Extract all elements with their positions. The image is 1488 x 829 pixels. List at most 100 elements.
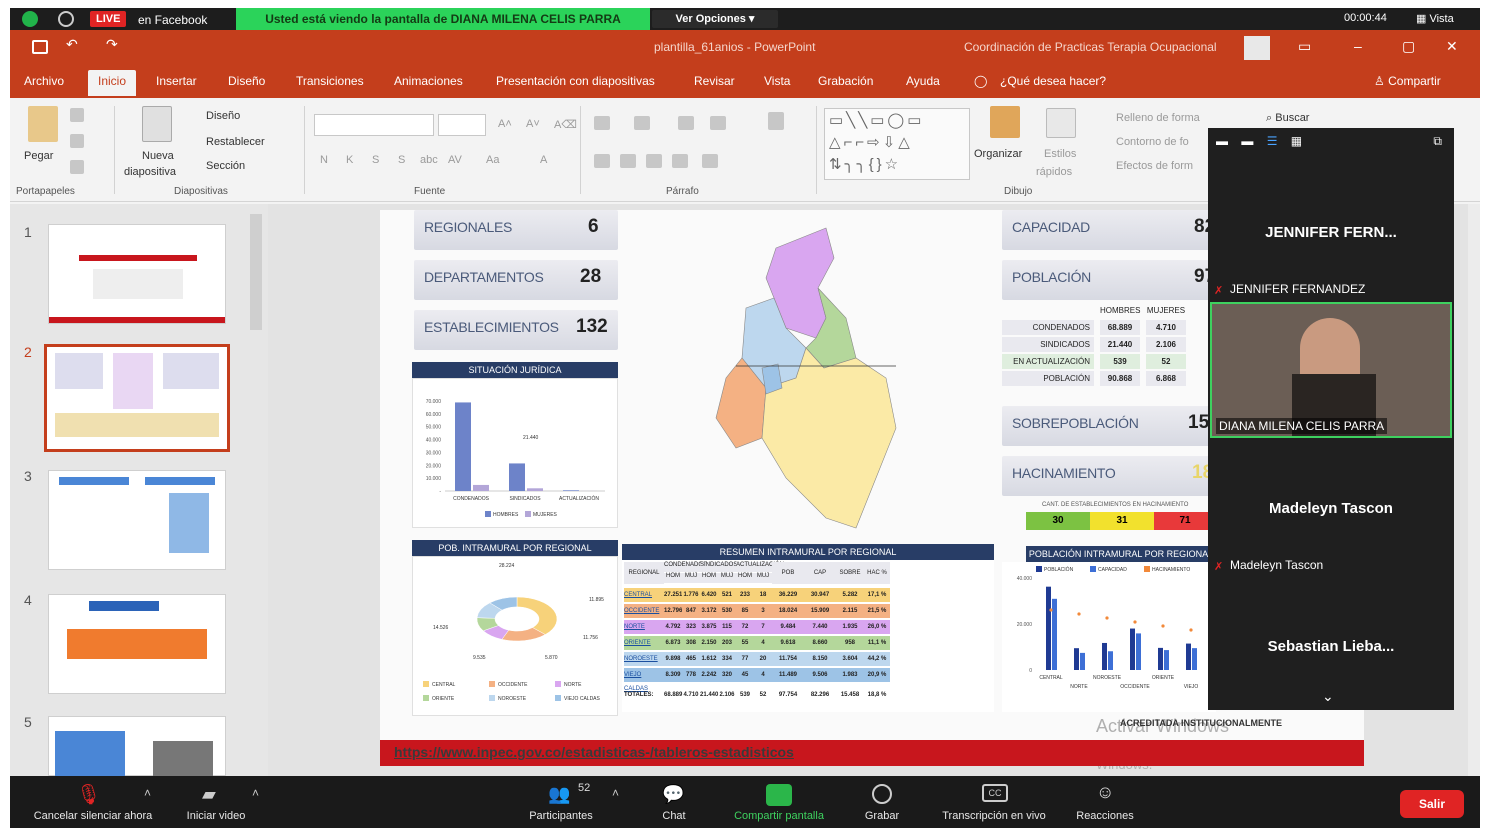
- underline-button[interactable]: S: [372, 154, 379, 166]
- new-slide-label-1[interactable]: Nueva: [142, 150, 174, 162]
- account-avatar[interactable]: [1244, 36, 1270, 60]
- columns-icon[interactable]: [702, 154, 718, 168]
- paste-icon[interactable]: [28, 106, 58, 142]
- quick-styles-label-1[interactable]: Estilos: [1044, 148, 1076, 160]
- chevron-down-icon[interactable]: ⌄: [1322, 688, 1334, 705]
- shape-outline-button[interactable]: Contorno de fo: [1116, 136, 1189, 148]
- spacing-button[interactable]: AV: [448, 154, 462, 166]
- info-icon[interactable]: [58, 11, 74, 27]
- tab-ayuda[interactable]: Ayuda: [906, 74, 940, 88]
- security-shield-icon[interactable]: [22, 11, 38, 27]
- align-left-icon[interactable]: [594, 154, 610, 168]
- copy-icon[interactable]: [70, 134, 84, 148]
- slide-thumbnail-3[interactable]: [48, 470, 226, 570]
- speaker-view-icon[interactable]: ▬: [1241, 134, 1253, 148]
- slide-thumbnail-1[interactable]: [48, 224, 226, 324]
- chat-button[interactable]: Chat: [654, 810, 694, 822]
- tab-grabacion[interactable]: Grabación: [818, 74, 873, 88]
- outdent-icon[interactable]: [710, 116, 726, 130]
- quick-styles-label-2[interactable]: rápidos: [1036, 166, 1072, 178]
- share-button[interactable]: ♙ Compartir: [1374, 74, 1441, 88]
- shape-effects-button[interactable]: Efectos de form: [1116, 160, 1193, 172]
- tab-presentacion[interactable]: Presentación con diapositivas: [496, 74, 655, 88]
- live-transcription-button[interactable]: Transcripción en vivo: [930, 810, 1058, 822]
- indent-icon[interactable]: [678, 116, 694, 130]
- redo-icon[interactable]: ↷: [106, 36, 118, 53]
- grow-font-icon[interactable]: A˄: [498, 118, 512, 130]
- tab-diseno[interactable]: Diseño: [228, 74, 265, 88]
- reactions-button[interactable]: Reacciones: [1070, 810, 1140, 822]
- ribbon-display-icon[interactable]: ▭: [1298, 38, 1311, 55]
- share-screen-icon[interactable]: [766, 784, 792, 806]
- slide-thumbnail-4[interactable]: [48, 594, 226, 694]
- record-icon[interactable]: [872, 784, 892, 804]
- layout-button[interactable]: Diseño: [206, 110, 240, 122]
- minimize-panel-icon[interactable]: ▬: [1216, 134, 1228, 148]
- tab-vista[interactable]: Vista: [764, 74, 790, 88]
- numbering-icon[interactable]: [634, 116, 650, 130]
- shadow-button[interactable]: S: [398, 154, 405, 166]
- tell-me-search[interactable]: ¿Qué desea hacer?: [1000, 74, 1106, 88]
- slide-scrollbar[interactable]: [1468, 204, 1480, 776]
- search-button[interactable]: ⌕ Buscar: [1266, 112, 1309, 125]
- start-video-button[interactable]: Iniciar video: [176, 810, 256, 822]
- quick-styles-icon[interactable]: [1046, 108, 1076, 138]
- new-slide-icon[interactable]: [142, 106, 172, 142]
- align-center-icon[interactable]: [620, 154, 636, 168]
- bold-button[interactable]: N: [320, 154, 328, 166]
- account-name[interactable]: Coordinación de Practicas Terapia Ocupac…: [964, 40, 1217, 54]
- view-button[interactable]: ▦ Vista: [1416, 12, 1454, 25]
- chevron-up-icon[interactable]: ˄: [252, 786, 259, 800]
- strip-view-icon[interactable]: ☰: [1267, 134, 1278, 148]
- view-options-button[interactable]: Ver Opciones ▾: [652, 10, 778, 28]
- close-icon[interactable]: ✕: [1446, 38, 1458, 55]
- section-button[interactable]: Sección: [206, 160, 245, 172]
- participants-button[interactable]: Participantes: [518, 810, 604, 822]
- justify-icon[interactable]: [672, 154, 688, 168]
- chevron-up-icon[interactable]: ˄: [144, 786, 151, 800]
- paste-label[interactable]: Pegar: [24, 150, 53, 162]
- restore-icon[interactable]: ▢: [1402, 38, 1415, 55]
- participants-icon[interactable]: 👥: [548, 784, 570, 805]
- facebook-stream-label[interactable]: en Facebook: [138, 13, 207, 27]
- font-size-select[interactable]: [438, 114, 486, 136]
- slide-thumbnail-5[interactable]: [48, 716, 226, 777]
- change-case-button[interactable]: Aa: [486, 154, 499, 166]
- share-screen-button[interactable]: Compartir pantalla: [720, 810, 838, 822]
- tab-insertar[interactable]: Insertar: [156, 74, 197, 88]
- arrange-icon[interactable]: [990, 106, 1020, 138]
- bullets-icon[interactable]: [594, 116, 610, 130]
- minimize-icon[interactable]: –: [1354, 38, 1362, 54]
- chat-icon[interactable]: 💬: [662, 784, 684, 805]
- font-name-select[interactable]: [314, 114, 434, 136]
- arrange-label[interactable]: Organizar: [974, 148, 1022, 160]
- strikethrough-button[interactable]: abc: [420, 154, 438, 166]
- gallery-view-icon[interactable]: ▦: [1291, 134, 1302, 148]
- undo-icon[interactable]: ↶: [66, 36, 78, 53]
- mic-off-icon[interactable]: 🎙: [76, 782, 101, 807]
- slide-thumbnail-2[interactable]: [44, 344, 230, 452]
- participant-video-diana[interactable]: DIANA MILENA CELIS PARRA: [1210, 302, 1452, 438]
- align-right-icon[interactable]: [646, 154, 662, 168]
- cc-icon[interactable]: CC: [982, 784, 1008, 802]
- tab-animaciones[interactable]: Animaciones: [394, 74, 463, 88]
- tab-revisar[interactable]: Revisar: [694, 74, 735, 88]
- chevron-up-icon[interactable]: ˄: [612, 786, 619, 800]
- cut-icon[interactable]: [70, 108, 84, 122]
- shrink-font-icon[interactable]: A˅: [526, 118, 540, 130]
- tab-inicio[interactable]: Inicio: [88, 70, 137, 96]
- mute-button[interactable]: Cancelar silenciar ahora: [20, 810, 166, 822]
- participant-madeleyn-name[interactable]: Madeleyn Tascon: [1208, 500, 1454, 517]
- popout-icon[interactable]: ⧉: [1433, 134, 1442, 149]
- format-painter-icon[interactable]: [70, 160, 84, 174]
- participant-jennifer-name[interactable]: JENNIFER FERN...: [1208, 224, 1454, 241]
- video-off-icon[interactable]: ▰: [202, 784, 216, 805]
- reactions-icon[interactable]: ☺: [1096, 782, 1114, 803]
- text-direction-icon[interactable]: [768, 112, 784, 130]
- tab-transiciones[interactable]: Transiciones: [296, 74, 364, 88]
- shape-fill-button[interactable]: Relleno de forma: [1116, 112, 1200, 124]
- shapes-gallery[interactable]: ▭╲╲▭◯▭ △⌐⌐⇨⇩△ ⇅╮╮{}☆: [824, 108, 970, 180]
- italic-button[interactable]: K: [346, 154, 353, 166]
- save-icon[interactable]: [32, 40, 48, 54]
- live-badge[interactable]: LIVE: [90, 11, 127, 27]
